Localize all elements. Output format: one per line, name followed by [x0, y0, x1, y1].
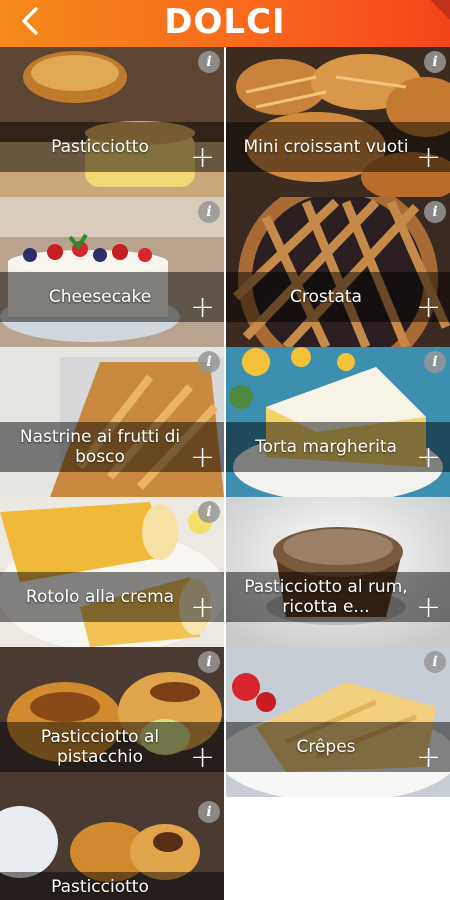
info-icon[interactable]: i [424, 651, 446, 673]
recipe-name: Pasticciotto [51, 877, 149, 897]
plus-icon[interactable]: + [190, 293, 215, 323]
recipe-tile-torta-margherita[interactable]: Torta margherita + i [226, 347, 450, 497]
plus-icon[interactable]: + [190, 443, 215, 473]
plus-icon[interactable]: + [416, 443, 441, 473]
plus-icon[interactable]: + [416, 593, 441, 623]
plus-icon[interactable]: + [190, 743, 215, 773]
recipe-name: Mini croissant vuoti [243, 137, 409, 157]
recipe-tile-rotolo[interactable]: Rotolo alla crema + i [0, 497, 224, 647]
info-icon[interactable]: i [198, 351, 220, 373]
recipe-tile-pasticciotto-rum[interactable]: Pasticciotto al rum, ricotta e... + [226, 497, 450, 647]
recipe-name: Cheesecake [48, 287, 152, 307]
plus-icon[interactable]: + [190, 143, 215, 173]
recipe-tile-crostata[interactable]: Crostata + i [226, 197, 450, 347]
recipe-name: Rotolo alla crema [25, 587, 175, 607]
plus-icon[interactable]: + [416, 143, 441, 173]
info-icon[interactable]: i [424, 201, 446, 223]
info-icon[interactable]: i [198, 501, 220, 523]
info-icon[interactable]: i [198, 651, 220, 673]
recipe-tile-cheesecake[interactable]: Cheesecake + i [0, 197, 224, 347]
recipe-name: Pasticciotto al pistacchio [40, 727, 160, 767]
info-icon[interactable]: i [424, 51, 446, 73]
recipe-name: Pasticciotto al rum, ricotta e... [244, 577, 408, 617]
info-icon[interactable]: i [198, 801, 220, 823]
plus-icon[interactable]: + [416, 293, 441, 323]
recipe-tile-pasticciotto-2[interactable]: Pasticciotto i [0, 797, 224, 900]
recipe-tile-pasticciotto-pistacchio[interactable]: Pasticciotto al pistacchio + i [0, 647, 224, 797]
recipe-tile-crepes[interactable]: Crêpes + i [226, 647, 450, 797]
page-title: DOLCI [164, 2, 286, 42]
info-icon[interactable]: i [198, 51, 220, 73]
recipe-name: Torta margherita [255, 437, 397, 457]
plus-icon[interactable]: + [416, 743, 441, 773]
info-icon[interactable]: i [424, 351, 446, 373]
recipe-name: Nastrine ai frutti di bosco [19, 427, 181, 467]
recipe-name: Crostata [290, 287, 362, 307]
recipe-tile-nastrine[interactable]: Nastrine ai frutti di bosco + i [0, 347, 224, 497]
info-icon[interactable]: i [198, 201, 220, 223]
plus-icon[interactable]: + [190, 593, 215, 623]
app-header: DOLCI [0, 0, 450, 47]
recipe-tile-pasticciotto[interactable]: Pasticciotto + i [0, 47, 224, 197]
recipe-tile-mini-croissant[interactable]: Mini croissant vuoti + i [226, 47, 450, 197]
recipe-name: Pasticciotto [51, 137, 149, 157]
recipe-name: Crêpes [296, 737, 356, 757]
